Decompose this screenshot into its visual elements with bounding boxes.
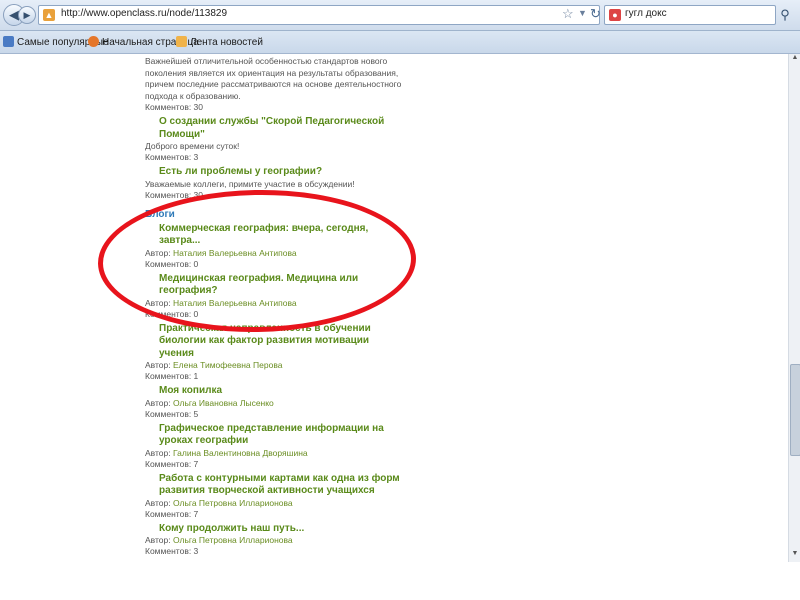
- blog-item-author: Автор: Ольга Ивановна Лысенко: [145, 397, 274, 408]
- navigation-toolbar: ◀ ▶ ▲ http://www.openclass.ru/node/11382…: [0, 0, 800, 31]
- forum-item-title[interactable]: Есть ли проблемы у географии?: [159, 166, 405, 179]
- search-input[interactable]: ● гугл докс: [604, 5, 776, 25]
- blog-item-author: Автор: Галина Валентиновна Дворяшина: [145, 447, 308, 458]
- reload-icon[interactable]: ↻: [590, 6, 601, 22]
- firefox-icon: [88, 36, 99, 47]
- blog-item-comments: Комментов: 1: [145, 371, 199, 381]
- forum-item-desc: Уважаемые коллеги, примите участие в обс…: [145, 178, 355, 189]
- bookmark-folder-icon: [3, 36, 14, 47]
- intro-text: Важнейшей отличительной особенностью ста…: [145, 56, 402, 101]
- blog-item-title[interactable]: Моя копилка: [159, 385, 405, 398]
- vertical-scrollbar[interactable]: ▲ ▼: [788, 54, 800, 562]
- rss-feed-icon: [176, 36, 187, 47]
- bookmarks-toolbar: Самые популярные Начальная страница Лент…: [0, 31, 800, 54]
- scroll-up-arrow-icon[interactable]: ▲: [790, 54, 800, 64]
- search-button[interactable]: ⚲: [775, 5, 795, 25]
- author-link[interactable]: Галина Валентиновна Дворяшина: [173, 448, 308, 458]
- address-bar[interactable]: ▲ http://www.openclass.ru/node/113829: [38, 5, 600, 25]
- scroll-down-arrow-icon[interactable]: ▼: [790, 550, 800, 560]
- author-link[interactable]: Ольга Петровна Илларионова: [173, 535, 293, 545]
- author-link[interactable]: Ольга Ивановна Лысенко: [173, 398, 274, 408]
- blog-item-comments: Комментов: 7: [145, 508, 199, 519]
- blog-item-comments: Комментов: 3: [145, 546, 199, 556]
- blog-item-comments: Комментов: 7: [145, 458, 199, 469]
- search-engine-icon[interactable]: ●: [609, 9, 621, 21]
- forum-item-comments: Комментов: 3: [145, 152, 199, 162]
- bookmark-star-icon[interactable]: ☆: [562, 6, 574, 22]
- forum-item-title[interactable]: О создании службы "Скорой Педагогической…: [159, 116, 405, 141]
- forward-button[interactable]: ▶: [18, 6, 36, 24]
- blog-item-title[interactable]: Кому продолжить наш путь...: [159, 523, 405, 536]
- author-link[interactable]: Елена Тимофеевна Перова: [173, 360, 282, 370]
- bookmark-news-feed[interactable]: Лента новостей: [176, 36, 263, 48]
- search-query: гугл докс: [625, 8, 667, 19]
- magnifier-icon: ⚲: [780, 7, 790, 22]
- intro-comments: Комментов: 30: [145, 102, 204, 112]
- page-viewport: Важнейшей отличительной особенностью ста…: [0, 54, 788, 562]
- blog-item-author: Автор: Ольга Петровна Илларионова: [145, 497, 293, 508]
- blog-item-title[interactable]: Графическое представление информации на …: [159, 423, 405, 448]
- chevron-down-icon[interactable]: ▼: [578, 8, 587, 18]
- blog-item-author: Автор: Ольга Петровна Илларионова: [145, 535, 293, 545]
- forward-arrow-icon: ▶: [23, 10, 31, 20]
- url-text: http://www.openclass.ru/node/113829: [61, 8, 228, 19]
- site-favicon-icon: ▲: [43, 9, 55, 21]
- forum-item-desc: Доброго времени суток!: [145, 141, 240, 151]
- blog-item-title[interactable]: Работа с контурными картами как одна из …: [159, 473, 405, 498]
- blog-item-comments: Комментов: 5: [145, 408, 199, 419]
- scrollbar-thumb[interactable]: [790, 364, 800, 456]
- author-link[interactable]: Ольга Петровна Илларионова: [173, 498, 293, 508]
- blog-item-author: Автор: Елена Тимофеевна Перова: [145, 360, 283, 370]
